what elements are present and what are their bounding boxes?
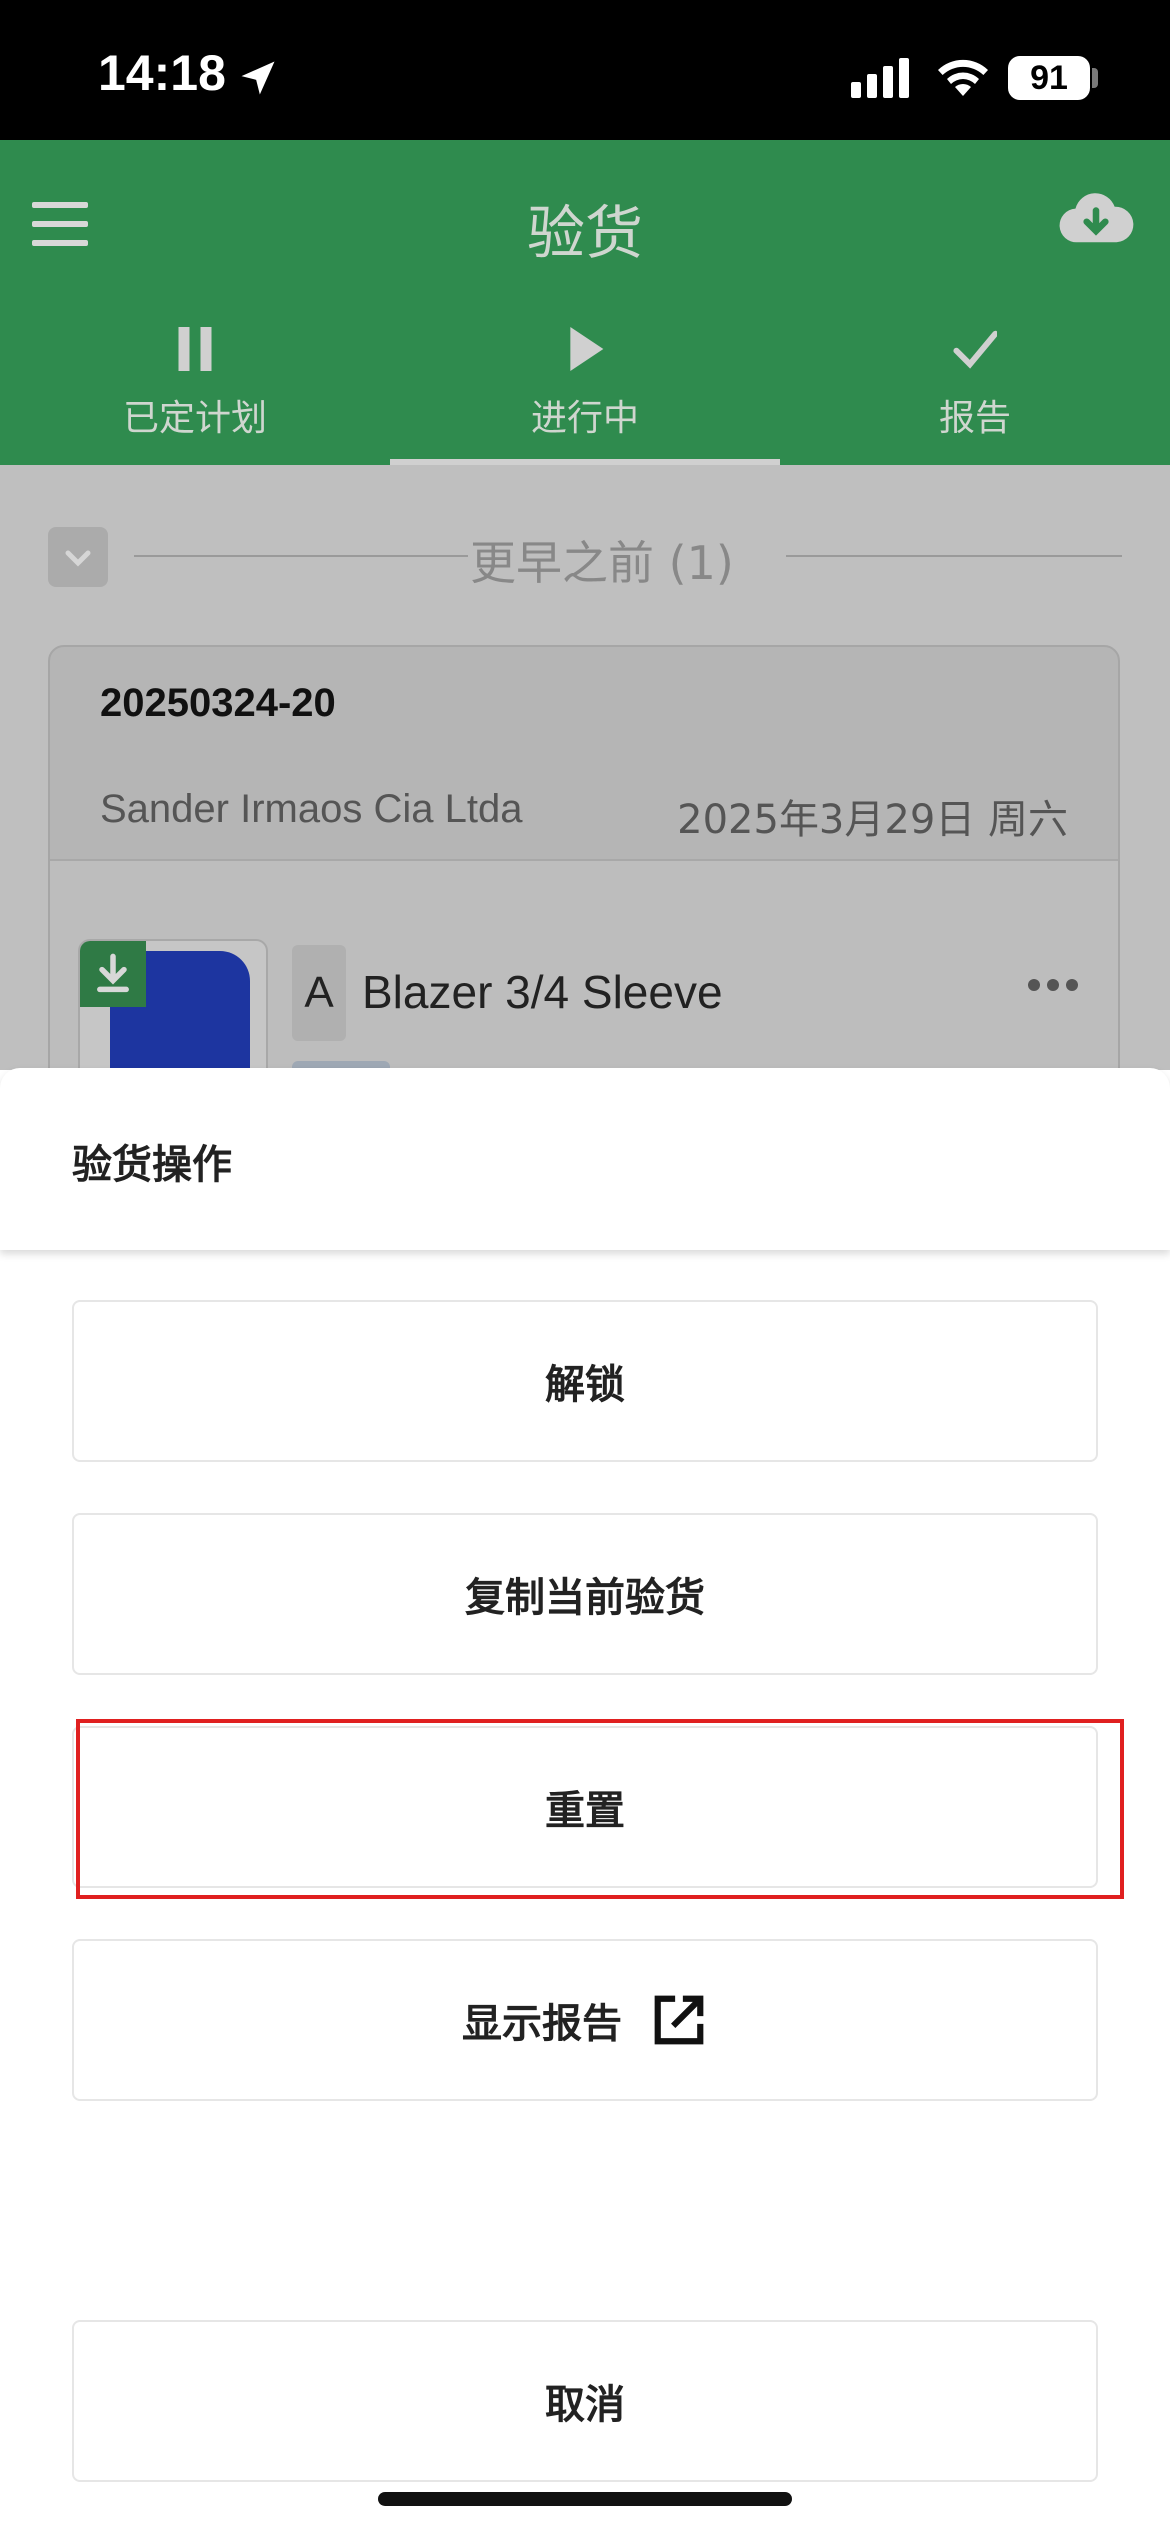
copy-inspection-button[interactable]: 复制当前验货 <box>72 1513 1098 1675</box>
cellular-signal-icon <box>851 58 909 98</box>
inspection-id: 20250324-20 <box>100 681 336 725</box>
tab-bar: 已定计划 进行中 报告 <box>0 325 1170 465</box>
sheet-title: 验货操作 <box>72 1142 232 1188</box>
button-label: 取消 <box>545 2382 625 2428</box>
battery-tip <box>1092 68 1098 88</box>
unlock-button[interactable]: 解锁 <box>72 1300 1098 1462</box>
button-label: 解锁 <box>545 1362 625 1408</box>
divider <box>134 555 468 557</box>
section-title: 更早之前 (1) <box>470 536 734 590</box>
reset-button[interactable]: 重置 <box>72 1726 1098 1888</box>
button-label: 重置 <box>545 1788 625 1834</box>
divider <box>786 555 1122 557</box>
status-time: 14:18 <box>98 45 226 101</box>
product-name: Blazer 3/4 Sleeve <box>362 966 723 1018</box>
tab-scheduled[interactable]: 已定计划 <box>0 325 390 465</box>
cancel-button[interactable]: 取消 <box>72 2320 1098 2482</box>
cloud-download-icon[interactable] <box>1058 190 1134 246</box>
download-icon <box>97 953 129 993</box>
check-icon <box>953 330 997 369</box>
external-link-icon <box>654 1995 704 2045</box>
chevron-down-icon <box>65 550 91 567</box>
inspection-card[interactable]: 20250324-20 Sander Irmaos Cia Ltda 2025年… <box>48 645 1120 1109</box>
app-header: 验货 已定计划 进行中 报告 <box>0 140 1170 465</box>
downloaded-badge <box>80 941 146 1007</box>
supplier-name: Sander Irmaos Cia Ltda <box>100 787 523 831</box>
button-label: 显示报告 <box>462 2001 622 2047</box>
product-grade: A <box>292 945 346 1041</box>
play-icon <box>570 327 604 371</box>
inspection-list: 更早之前 (1) 20250324-20 Sander Irmaos Cia L… <box>0 465 1170 1109</box>
sheet-header: 验货操作 <box>0 1068 1170 1250</box>
wifi-icon <box>938 59 988 96</box>
tab-label: 报告 <box>938 398 1011 439</box>
location-arrow-icon <box>241 61 275 95</box>
tab-in-progress[interactable]: 进行中 <box>390 325 780 465</box>
more-icon[interactable] <box>1026 975 1080 995</box>
tab-label: 已定计划 <box>122 398 267 439</box>
show-report-button[interactable]: 显示报告 <box>72 1939 1098 2101</box>
section-collapse-toggle[interactable] <box>48 527 108 587</box>
battery-indicator: 91 <box>1008 56 1090 100</box>
page-title: 验货 <box>526 199 643 267</box>
tab-reports[interactable]: 报告 <box>780 325 1170 465</box>
tab-label: 进行中 <box>530 398 639 439</box>
status-bar: 14:18 91 <box>0 0 1170 140</box>
button-label: 复制当前验货 <box>465 1575 705 1621</box>
home-indicator <box>378 2492 792 2506</box>
pause-icon <box>178 327 212 371</box>
inspection-date: 2025年3月29日 周六 <box>677 797 1068 843</box>
